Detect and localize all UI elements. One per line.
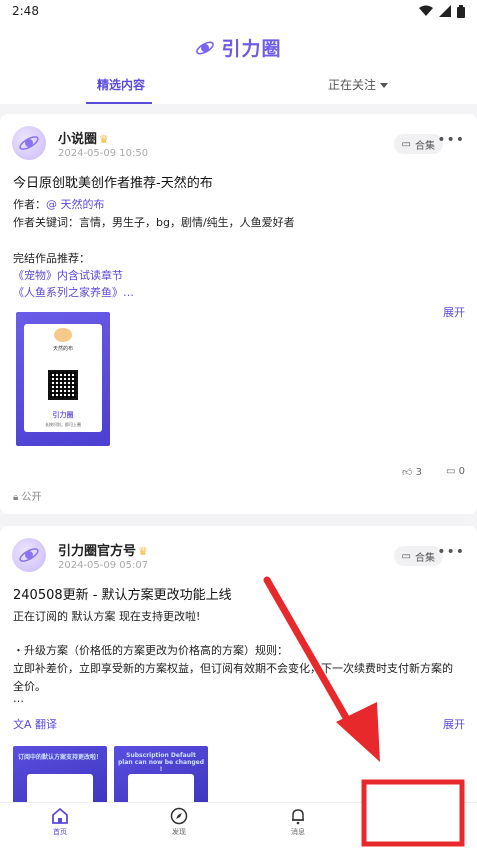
post-body-line: 正在订阅的 默认方案 现在支持更改啦!	[13, 610, 201, 623]
author-name[interactable]: 引力圈官方号 ♛	[58, 540, 148, 559]
post-image[interactable]: Subscription Default plan can now be cha…	[114, 746, 208, 806]
tab-featured[interactable]: 精选内容	[97, 76, 145, 93]
translate-label: 翻译	[35, 718, 58, 731]
home-icon	[52, 807, 68, 824]
more-options-icon[interactable]: •••	[437, 132, 465, 148]
post-stats: 👍︎ 3 ▭ 0	[402, 466, 465, 478]
orbit-avatar-icon	[19, 136, 39, 150]
poster-brand: 引力圈	[52, 411, 74, 419]
collection-label: 合集	[415, 552, 435, 564]
bell-icon	[292, 809, 304, 825]
nav-messages-label: 消息	[291, 828, 305, 836]
brand-logo: 引力圈	[0, 34, 477, 61]
post-card[interactable]: 小说圈 ♛ 2024-05-09 10:50 ▭ 合集 ••• 今日原创耽美创作者推…	[0, 114, 477, 514]
bottom-nav: 首页 发现 消息	[0, 802, 477, 848]
thumbs-up-icon: 👍︎	[401, 467, 413, 478]
nav-messages[interactable]: 消息	[268, 807, 328, 837]
poster-avatar	[54, 328, 72, 342]
comment-button[interactable]: ▭ 0	[446, 466, 465, 478]
poster-note: 长按识别，即可上圈	[45, 422, 81, 427]
poster-name: 天然的布	[52, 346, 73, 352]
signal-icon	[439, 5, 451, 17]
thumb-caption: Subscription Default plan can now be cha…	[118, 752, 205, 773]
battery-icon	[457, 4, 465, 18]
post-title: 今日原创耽美创作者推荐-天然的布	[13, 176, 213, 191]
lock-icon: 🔒︎	[13, 492, 19, 503]
avatar[interactable]	[12, 126, 46, 160]
post-title: 240508更新 - 默认方案更改功能上线	[13, 588, 232, 603]
tab-following[interactable]: 正在关注	[328, 76, 389, 93]
status-time: 2:48	[12, 4, 39, 18]
tab-following-label: 正在关注	[328, 78, 377, 92]
app-header: 引力圈 精选内容 正在关注	[0, 22, 477, 104]
collection-button[interactable]: ▭ 合集	[393, 546, 443, 566]
post-card[interactable]: 引力圈官方号 ♛ 2024-05-09 05:07 ▭ 合集 ••• 240508更…	[0, 526, 477, 806]
more-options-icon[interactable]: •••	[437, 544, 465, 560]
translate-button[interactable]: 文A 翻译	[13, 716, 57, 732]
post-body-line: ・升级方案（价格低的方案更改为价格高的方案）规则：	[13, 644, 288, 657]
post-body-line: …	[13, 692, 24, 705]
post-date: 2024-05-09 10:50	[58, 148, 149, 159]
feed-tabs: 精选内容 正在关注	[0, 72, 477, 104]
caret-down-icon	[380, 83, 389, 88]
post-image[interactable]: 天然的布 引力圈 长按识别，即可上圈	[16, 312, 110, 446]
crown-icon: ♛	[99, 133, 109, 146]
status-icons	[419, 4, 465, 18]
completed-label: 完结作品推荐：	[13, 252, 90, 265]
collection-label: 合集	[415, 140, 435, 152]
author-mention-link[interactable]: @ 天然的布	[46, 198, 105, 211]
nav-home[interactable]: 首页	[30, 807, 90, 837]
post-image[interactable]: 订阅中的默认方案支持更改啦！	[13, 746, 107, 806]
wifi-icon	[419, 5, 433, 16]
author-line: 作者：@ 天然的布	[13, 196, 105, 212]
collection-icon: ▭	[401, 550, 411, 562]
avatar[interactable]	[12, 538, 46, 572]
comment-icon: ▭	[445, 466, 456, 477]
keywords-line: 作者关键词：言情，男生子，bg，剧情/纯生，人鱼爱好者	[13, 216, 295, 229]
status-bar: 2:48	[0, 0, 477, 22]
post-body-line: 立即补差价，立即享受新的方案权益，但订阅有效期不会变化，下一次续费时支付新方案的	[13, 662, 453, 675]
visibility-text: 公开	[21, 492, 42, 503]
tab-underline	[86, 102, 152, 104]
post-date: 2024-05-09 05:07	[58, 560, 149, 571]
nav-home-label: 首页	[53, 828, 67, 836]
collection-button[interactable]: ▭ 合集	[393, 134, 443, 154]
visibility-label: 🔒︎ 公开	[13, 488, 42, 503]
author-name-text: 引力圈官方号	[58, 544, 137, 559]
expand-button[interactable]: 展开	[443, 716, 465, 732]
expand-button[interactable]: 展开	[443, 304, 465, 320]
like-button[interactable]: 👍︎ 3	[402, 466, 422, 478]
orbit-avatar-icon	[19, 548, 39, 562]
like-count: 3	[415, 467, 422, 478]
poster-card: 天然的布 引力圈 长按识别，即可上圈	[24, 324, 102, 432]
brand-name: 引力圈	[221, 38, 282, 60]
nav-discover[interactable]: 发现	[149, 807, 209, 837]
nav-discover-label: 发现	[172, 828, 186, 836]
author-name-text: 小说圈	[58, 132, 98, 147]
qr-code	[48, 370, 78, 400]
author-name[interactable]: 小说圈 ♛	[58, 128, 109, 147]
comment-count: 0	[458, 466, 465, 477]
work-link[interactable]: 《宠物》内含试读章节	[13, 267, 123, 283]
crown-icon: ♛	[138, 545, 148, 558]
collection-icon: ▭	[401, 138, 411, 150]
orbit-logo-icon	[196, 41, 215, 54]
compass-icon	[170, 807, 188, 825]
work-link[interactable]: 《人鱼系列之家养鱼》…	[13, 284, 134, 300]
thumb-caption: 订阅中的默认方案支持更改啦！	[17, 754, 102, 761]
translate-icon: 文A	[13, 718, 32, 731]
author-line-label: 作者：	[13, 198, 46, 211]
